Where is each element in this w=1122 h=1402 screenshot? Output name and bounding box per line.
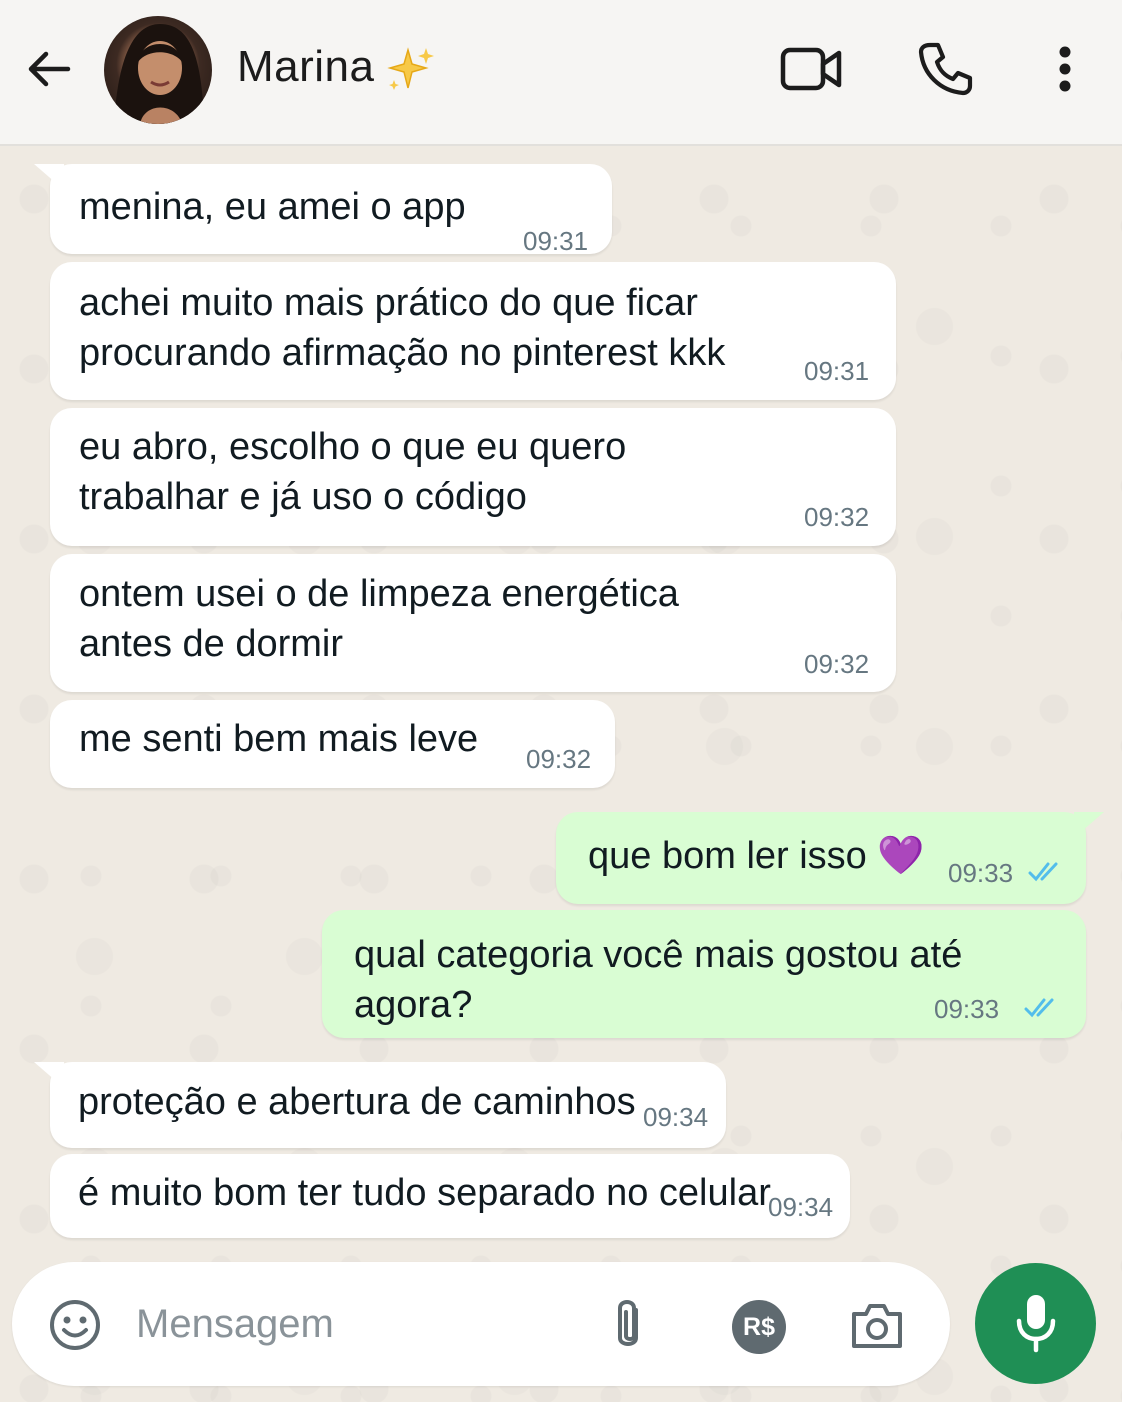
message-time: 09:34 (768, 1192, 834, 1222)
incoming-message[interactable]: proteção e abertura de caminhos 09:34 (34, 1062, 726, 1148)
message-text: que bom ler isso 💜 (588, 835, 925, 877)
bubble-tail (34, 164, 64, 190)
incoming-message[interactable]: ontem usei o de limpeza energética antes… (50, 554, 896, 692)
message-time: 09:32 (526, 744, 592, 774)
message-text: eu abro, escolho o que eu quero trabalha… (79, 426, 627, 518)
outgoing-message[interactable]: que bom ler isso 💜 09:33 (556, 812, 1104, 904)
read-receipt-icon (1028, 862, 1058, 882)
message-time: 09:33 (934, 994, 1000, 1024)
incoming-message[interactable]: menina, eu amei o app 09:31 (34, 164, 612, 256)
message-text: proteção e abertura de caminhos (78, 1081, 636, 1123)
read-receipt-icon (1024, 998, 1054, 1018)
camera-icon[interactable] (850, 1300, 904, 1350)
microphone-icon (1016, 1295, 1056, 1353)
message-time: 09:34 (643, 1102, 709, 1132)
message-list[interactable]: menina, eu amei o app 09:31 achei muito … (0, 148, 1122, 1402)
message-time: 09:32 (804, 502, 870, 532)
incoming-message[interactable]: eu abro, escolho o que eu quero trabalha… (50, 408, 896, 546)
message-text: achei muito mais prático do que ficar pr… (79, 282, 726, 374)
message-text: menina, eu amei o app (79, 186, 466, 228)
contact-avatar[interactable] (104, 16, 212, 124)
incoming-message[interactable]: é muito bom ter tudo separado no celular… (50, 1154, 850, 1238)
bubble-tail (34, 1062, 64, 1088)
message-time: 09:31 (804, 356, 870, 386)
message-time: 09:33 (948, 858, 1014, 888)
payment-icon[interactable]: R$ (732, 1300, 786, 1354)
phone-icon[interactable] (916, 40, 974, 98)
more-options-icon[interactable] (1050, 44, 1080, 94)
video-call-icon[interactable] (780, 44, 842, 94)
message-text: é muito bom ter tudo separado no celular (78, 1172, 771, 1214)
message-time: 09:31 (523, 226, 589, 256)
bubble-tail (1074, 812, 1104, 838)
message-composer[interactable]: Mensagem R$ (12, 1262, 950, 1386)
message-text: me senti bem mais leve (79, 718, 479, 760)
voice-record-button[interactable] (975, 1263, 1096, 1384)
incoming-message[interactable]: me senti bem mais leve 09:32 (50, 700, 615, 788)
sparkles-icon (387, 47, 434, 90)
chat-header: Marina (0, 0, 1122, 146)
message-text: ontem usei o de limpeza energética antes… (79, 573, 679, 665)
incoming-message[interactable]: achei muito mais prático do que ficar pr… (50, 262, 896, 400)
message-time: 09:32 (804, 649, 870, 679)
payment-label: R$ (743, 1313, 775, 1341)
back-arrow-icon[interactable] (24, 44, 74, 94)
emoji-icon[interactable] (48, 1298, 102, 1352)
attach-clip-icon[interactable] (608, 1296, 648, 1354)
contact-name[interactable]: Marina (237, 42, 375, 92)
message-input[interactable]: Mensagem (136, 1302, 334, 1347)
outgoing-message[interactable]: qual categoria você mais gostou até agor… (322, 910, 1086, 1038)
